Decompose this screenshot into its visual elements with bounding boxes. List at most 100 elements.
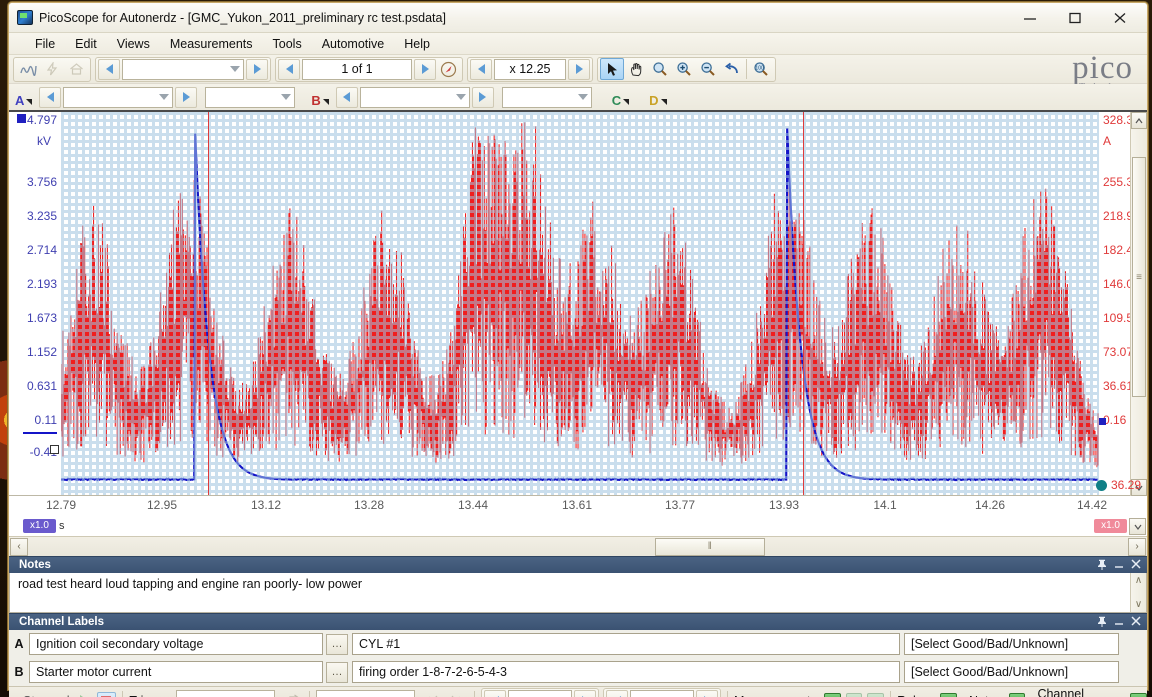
scope-horizontal-scrollbar[interactable]: ‹ ‖ › [9,536,1147,556]
lightning-icon[interactable] [40,58,64,80]
chevron-down-icon [577,94,588,100]
channel-a-menu-button[interactable]: A [9,86,36,108]
channel-a-note-field[interactable]: CYL #1 [352,633,900,655]
pin-icon[interactable] [1097,616,1107,630]
minimize-icon[interactable] [1114,559,1124,572]
channel-a-range-next[interactable] [175,86,198,108]
trigger-advanced-1-icon[interactable] [421,690,445,697]
channel-a-lower-handle[interactable] [50,445,59,454]
stop-icon[interactable] [96,691,117,697]
scroll-right-button[interactable]: › [1128,537,1146,556]
time-zoom-badge-left[interactable]: x1.0 [23,519,56,533]
scope-vertical-scrollbar[interactable]: ≡ [1130,112,1147,496]
waveform-plot[interactable] [61,112,1099,495]
zoom-decrease-button[interactable] [470,58,492,80]
channel-a-status-combo[interactable]: [Select Good/Bad/Unknown] [904,633,1119,655]
x-axis-unit: s [59,520,65,532]
view-prev-button[interactable] [98,58,120,80]
notes-text-area[interactable]: road test heard loud tapping and engine … [9,573,1147,613]
channel-b-zero-marker[interactable] [1099,418,1106,425]
channel-b-range-combo [359,86,470,108]
post-trigger-value[interactable] [630,690,695,697]
time-ruler-red[interactable] [208,112,210,495]
buffer-prev-button[interactable] [278,58,300,80]
channel-b-signal-combo[interactable]: Starter motor current [29,661,323,683]
remove-icon[interactable]: − [845,692,863,697]
buffer-next-button[interactable] [414,58,436,80]
trigger-advanced-2-icon[interactable] [444,690,468,697]
trigger-source-combo[interactable] [315,690,415,697]
waveform-icon[interactable] [16,58,40,80]
channel-b-measurement-marker[interactable] [1096,480,1107,491]
zoom-window-icon[interactable] [648,58,672,80]
notes-toggle-icon[interactable]: ▲ [1008,692,1026,697]
zoom-factor-value[interactable]: x 12.25 [494,58,566,80]
zoom-in-icon[interactable] [672,58,696,80]
menu-tools[interactable]: Tools [263,35,312,53]
pointer-icon[interactable] [600,58,624,80]
time-zoom-badge-right[interactable]: x1.0 [1094,519,1127,533]
scroll-thumb[interactable]: ≡ [1132,157,1146,397]
channel-b-status-combo[interactable]: [Select Good/Bad/Unknown] [904,661,1119,683]
menu-views[interactable]: Views [107,35,160,53]
notes-scroll-down[interactable]: ∨ [1135,599,1142,610]
y-axis-right-tick: 218.9 [1103,209,1134,223]
channel-a-range-prev[interactable] [39,86,62,108]
channel-a-browse-button[interactable]: … [326,633,348,655]
menu-file[interactable]: File [25,35,65,53]
y-axis-left-tick: 3.235 [26,209,57,223]
channel-a-signal-combo[interactable]: Ignition coil secondary voltage [29,633,323,655]
scroll-up-button[interactable] [1131,112,1147,129]
options-icon[interactable]: ▲ [867,692,885,697]
undo-zoom-icon[interactable] [720,58,744,80]
chevron-down-icon [230,66,240,72]
channel-b-range-next[interactable] [471,86,494,108]
menu-help[interactable]: Help [394,35,440,53]
channel-labels-toggle-icon[interactable]: ▲ [1130,692,1147,697]
scroll-down-button-2[interactable] [1129,518,1146,535]
notes-scroll-up[interactable]: ∧ [1135,575,1142,586]
channel-b-status-value: [Select Good/Bad/Unknown] [911,665,1069,679]
trigger-edge-icon[interactable] [279,690,303,697]
menu-measurements[interactable]: Measurements [160,35,263,53]
menu-edit[interactable]: Edit [65,35,107,53]
channel-b-menu-button[interactable]: B [305,86,332,108]
pre-trigger-prev[interactable] [484,690,507,697]
time-ruler-red[interactable] [803,112,805,495]
channel-c-menu-button[interactable]: C [606,86,633,108]
minimize-icon[interactable] [1114,616,1124,629]
minimize-button[interactable] [1007,3,1052,32]
channel-b-range-prev[interactable] [335,86,358,108]
post-trigger-next[interactable] [696,690,719,697]
channel-b-signal-value: Starter motor current [36,665,152,679]
post-trigger-prev[interactable] [606,690,629,697]
channel-a-offset-marker[interactable] [17,114,26,123]
hand-icon[interactable] [624,58,648,80]
channel-d-menu-button[interactable]: D [643,86,670,108]
home-icon[interactable] [64,58,88,80]
compass-icon[interactable] [436,58,460,80]
close-icon[interactable] [1131,559,1141,572]
zoom-increase-button[interactable] [568,58,590,80]
pre-trigger-next[interactable] [574,690,597,697]
add-icon[interactable]: + [823,692,841,697]
channel-b-note-field[interactable]: firing order 1-8-7-2-6-5-4-3 [352,661,900,683]
scroll-thumb[interactable]: ‖ [654,537,765,556]
buffer-index[interactable]: 1 of 1 [302,58,412,80]
view-next-button[interactable] [246,58,268,80]
scroll-track[interactable]: ‖ [29,537,1127,556]
channel-b-browse-button[interactable]: … [326,661,348,683]
zoom-100-icon[interactable]: 100 [749,58,773,80]
notes-scrollbar[interactable]: ∧ ∨ [1130,573,1146,612]
trigger-mode-combo[interactable] [176,690,276,697]
menu-automotive[interactable]: Automotive [312,35,395,53]
pico-wordmark: pico [1072,50,1133,86]
zoom-out-icon[interactable] [696,58,720,80]
pre-trigger-value[interactable] [508,690,573,697]
rulers-toggle-icon[interactable]: ▲ [940,692,957,697]
close-button[interactable] [1097,3,1143,32]
scroll-left-button[interactable]: ‹ [10,537,28,556]
close-icon[interactable] [1131,616,1141,629]
maximize-button[interactable] [1052,3,1097,32]
pin-icon[interactable] [1097,559,1107,573]
